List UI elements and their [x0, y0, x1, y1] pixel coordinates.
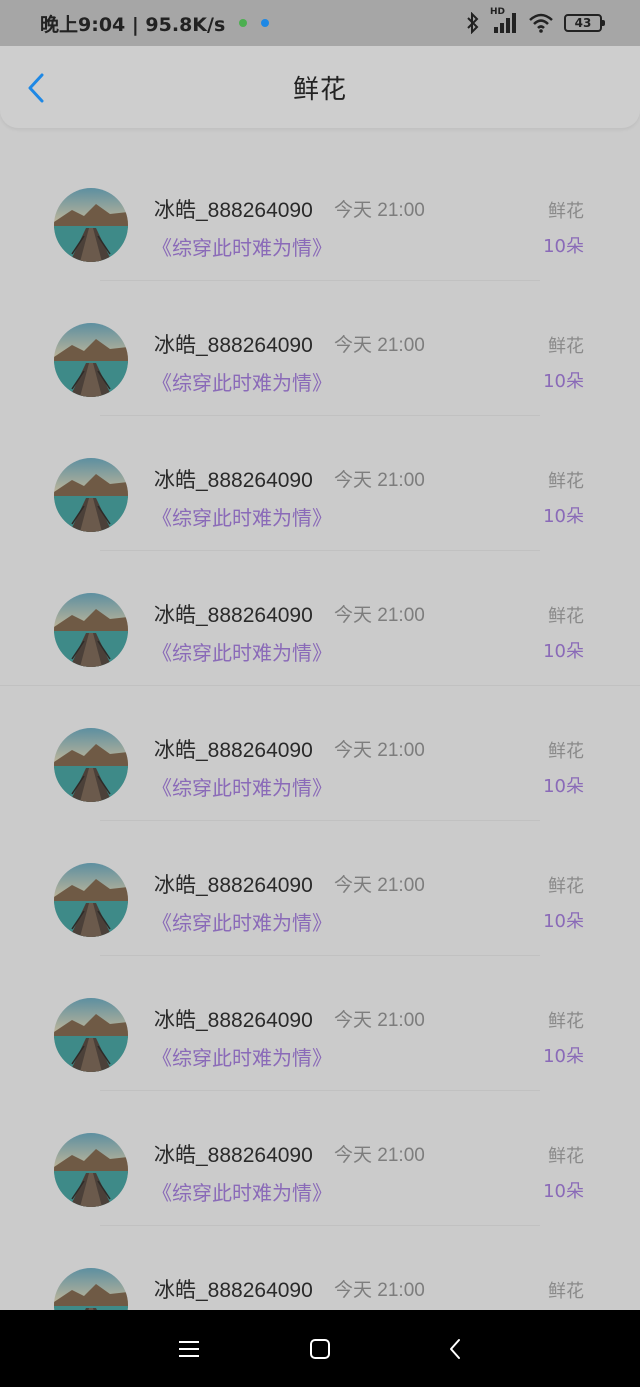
signal-hd-label: HD: [490, 7, 506, 17]
user-name[interactable]: 冰皓_888264090: [154, 1274, 313, 1304]
user-name[interactable]: 冰皓_888264090: [154, 1004, 313, 1034]
gift-count: 10朵: [543, 641, 584, 662]
avatar-image: [54, 728, 128, 802]
book-title[interactable]: 《综穿此时难为情》: [152, 907, 332, 936]
record-time: 今天 21:00: [334, 335, 425, 356]
page-title: 鲜花: [292, 74, 347, 105]
system-back-button[interactable]: [442, 1336, 468, 1362]
avatar-image: [54, 1268, 128, 1310]
signal-icon: HD: [490, 7, 518, 33]
avatar[interactable]: [54, 593, 128, 667]
status-left: 晚上9:04 | 95.8K/s: [40, 10, 270, 37]
record-time: 今天 21:00: [334, 1280, 425, 1301]
list-item[interactable]: 冰皓_888264090 今天 21:00 《综穿此时难为情》 鲜花 10朵: [0, 416, 640, 551]
gift-type: 鲜花: [548, 1281, 584, 1302]
list-item[interactable]: 冰皓_888264090 今天 21:00 《综穿此时难为情》 鲜花 10朵: [0, 281, 640, 416]
status-right: HD 43: [464, 7, 605, 34]
battery-level: 43: [574, 16, 592, 30]
gift-record-list[interactable]: 冰皓_888264090 今天 21:00 《综穿此时难为情》 鲜花 10朵 冰…: [0, 146, 640, 1310]
record-time: 今天 21:00: [334, 740, 425, 761]
gift-type: 鲜花: [548, 876, 584, 897]
book-title[interactable]: 《综穿此时难为情》: [152, 1042, 332, 1071]
book-title[interactable]: 《综穿此时难为情》: [152, 1177, 332, 1206]
book-title[interactable]: 《综穿此时难为情》: [152, 637, 332, 666]
gift-count: 10朵: [543, 1046, 584, 1067]
gift-type: 鲜花: [548, 471, 584, 492]
list-item[interactable]: 冰皓_888264090 今天 21:00 鲜花: [0, 1226, 640, 1310]
avatar-image: [54, 1133, 128, 1207]
list-item[interactable]: 冰皓_888264090 今天 21:00 《综穿此时难为情》 鲜花 10朵: [0, 1091, 640, 1226]
notification-dot-icon: [239, 19, 248, 27]
avatar-image: [54, 998, 128, 1072]
bluetooth-icon: [467, 12, 479, 34]
avatar[interactable]: [54, 458, 128, 532]
user-name[interactable]: 冰皓_888264090: [154, 464, 313, 494]
avatar-image: [54, 323, 128, 397]
avatar[interactable]: [54, 998, 128, 1072]
record-time: 今天 21:00: [334, 470, 425, 491]
user-name[interactable]: 冰皓_888264090: [154, 734, 313, 764]
gift-count: 10朵: [543, 911, 584, 932]
gift-count: 10朵: [543, 1181, 584, 1202]
gift-type: 鲜花: [548, 336, 584, 357]
user-name[interactable]: 冰皓_888264090: [154, 194, 313, 224]
avatar-image: [54, 593, 128, 667]
user-name[interactable]: 冰皓_888264090: [154, 869, 313, 899]
home-square-icon: [310, 1339, 330, 1359]
menu-button[interactable]: [176, 1336, 202, 1362]
book-title[interactable]: 《综穿此时难为情》: [152, 367, 332, 396]
record-time: 今天 21:00: [334, 1010, 425, 1031]
avatar[interactable]: [54, 188, 128, 262]
gift-type: 鲜花: [548, 201, 584, 222]
user-name[interactable]: 冰皓_888264090: [154, 329, 313, 359]
notification-dot-icon: [261, 19, 270, 27]
gift-type: 鲜花: [548, 741, 584, 762]
back-arrow-icon: [450, 1339, 460, 1359]
wifi-icon: [529, 13, 553, 33]
list-item[interactable]: 冰皓_888264090 今天 21:00 《综穿此时难为情》 鲜花 10朵: [0, 686, 640, 821]
user-name[interactable]: 冰皓_888264090: [154, 1139, 313, 1169]
gift-count: 10朵: [543, 506, 584, 527]
chevron-left-icon: [28, 73, 44, 103]
gift-type: 鲜花: [548, 606, 584, 627]
home-button[interactable]: [307, 1336, 333, 1362]
list-item[interactable]: 冰皓_888264090 今天 21:00 《综穿此时难为情》 鲜花 10朵: [0, 821, 640, 956]
user-name[interactable]: 冰皓_888264090: [154, 599, 313, 629]
menu-icon: [179, 1341, 199, 1357]
gift-count: 10朵: [543, 371, 584, 392]
avatar[interactable]: [54, 1268, 128, 1310]
record-time: 今天 21:00: [334, 875, 425, 896]
gift-count: 10朵: [543, 236, 584, 257]
avatar-image: [54, 188, 128, 262]
status-bar: 晚上9:04 | 95.8K/s HD 43: [0, 0, 640, 46]
book-title[interactable]: 《综穿此时难为情》: [152, 232, 332, 261]
status-time-speed: 晚上9:04 | 95.8K/s: [40, 13, 226, 36]
list-item[interactable]: 冰皓_888264090 今天 21:00 《综穿此时难为情》 鲜花 10朵: [0, 956, 640, 1091]
battery-icon: 43: [564, 14, 605, 32]
header: 鲜花: [0, 46, 640, 128]
system-nav-bar: [0, 1310, 640, 1387]
avatar[interactable]: [54, 1133, 128, 1207]
avatar-image: [54, 458, 128, 532]
avatar[interactable]: [54, 323, 128, 397]
book-title[interactable]: 《综穿此时难为情》: [152, 502, 332, 531]
gift-type: 鲜花: [548, 1146, 584, 1167]
record-time: 今天 21:00: [334, 605, 425, 626]
avatar[interactable]: [54, 863, 128, 937]
gift-count: 10朵: [543, 776, 584, 797]
book-title[interactable]: 《综穿此时难为情》: [152, 772, 332, 801]
gift-type: 鲜花: [548, 1011, 584, 1032]
record-time: 今天 21:00: [334, 200, 425, 221]
list-item[interactable]: 冰皓_888264090 今天 21:00 《综穿此时难为情》 鲜花 10朵: [0, 551, 640, 686]
avatar[interactable]: [54, 728, 128, 802]
record-time: 今天 21:00: [334, 1145, 425, 1166]
back-button[interactable]: [18, 68, 54, 108]
avatar-image: [54, 863, 128, 937]
list-item[interactable]: 冰皓_888264090 今天 21:00 《综穿此时难为情》 鲜花 10朵: [0, 146, 640, 281]
